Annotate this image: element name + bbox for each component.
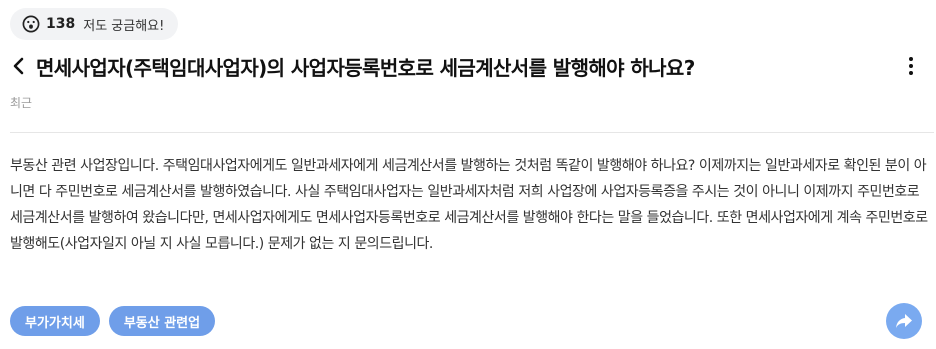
title-row: 면세사업자(주택임대사업자)의 사업자등록번호로 세금계산서를 발행해야 하나요… <box>8 50 928 82</box>
divider <box>10 132 934 133</box>
curious-button[interactable]: 138 저도 궁금해요! <box>10 8 179 40</box>
share-arrow-icon <box>895 313 913 329</box>
more-vertical-icon[interactable] <box>906 54 916 78</box>
chevron-left-icon[interactable] <box>8 55 30 77</box>
tag-chip[interactable]: 부동산 관련업 <box>108 306 216 336</box>
share-button[interactable] <box>886 303 922 339</box>
question-body: 부동산 관련 사업장입니다. 주택임대사업자에게도 일반과세자에게 세금계산서를… <box>10 158 928 252</box>
question-title: 면세사업자(주택임대사업자)의 사업자등록번호로 세금계산서를 발행해야 하나요… <box>36 55 695 80</box>
curious-count: 138 <box>46 16 76 32</box>
tag-list: 부가가치세 부동산 관련업 <box>10 306 216 336</box>
tag-chip[interactable]: 부가가치세 <box>10 306 100 336</box>
curious-label: 저도 궁금해요! <box>83 18 165 34</box>
surprised-face-icon <box>22 15 40 33</box>
question-meta: 최근 <box>10 96 33 110</box>
